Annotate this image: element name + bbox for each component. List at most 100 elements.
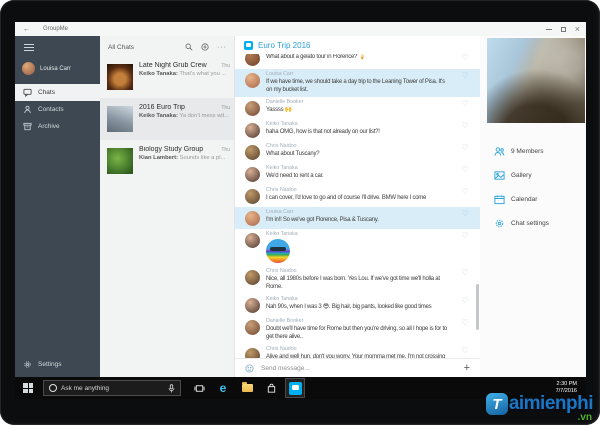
- chat-message: Keiko Tanaka We'd need to rent a car. ♡: [235, 163, 480, 185]
- avatar: [245, 270, 260, 285]
- chat-bubble-icon: [23, 88, 32, 97]
- heart-icon[interactable]: ♡: [458, 319, 472, 341]
- chat-title: Biology Study Group: [139, 146, 218, 153]
- chat-list-item[interactable]: Late Night Grub CrewThu Keiko Tanaka: Th…: [100, 56, 234, 98]
- chat-preview: That's what you ...: [179, 71, 226, 77]
- menu-item-calendar[interactable]: Calendar: [480, 187, 586, 211]
- sidebar-item-chats[interactable]: Chats: [15, 84, 100, 101]
- heart-icon[interactable]: ♡: [458, 72, 472, 94]
- left-sidebar: Louisa Carr Chats Contacts Archive Setti…: [15, 36, 100, 377]
- group-avatar-icon: [244, 41, 253, 50]
- conversation-title[interactable]: Euro Trip 2016: [258, 41, 310, 50]
- search-icon[interactable]: [185, 43, 193, 51]
- menu-item-members[interactable]: 9 Members: [480, 139, 586, 163]
- heart-icon[interactable]: ♡: [458, 100, 472, 116]
- cortana-icon[interactable]: [49, 384, 57, 392]
- archive-box-icon: [23, 122, 32, 131]
- avatar: [245, 123, 260, 138]
- calendar-icon: [494, 194, 505, 205]
- sidebar-item-settings[interactable]: Settings: [15, 356, 100, 373]
- chat-message: Keiko Tanaka haha OMG, how is that not a…: [235, 119, 480, 141]
- chat-message: Keiko Tanaka ♡: [235, 229, 480, 266]
- sidebar-item-archive[interactable]: Archive: [15, 118, 100, 135]
- chat-avatar: [107, 64, 133, 90]
- menu-item-gallery[interactable]: Gallery: [480, 163, 586, 187]
- chat-list-panel: All Chats ··· Late Night Grub CrewThu Ke…: [100, 36, 235, 377]
- chat-sender: Keiko Tanaka:: [139, 71, 178, 77]
- maximize-icon[interactable]: [561, 27, 566, 32]
- edge-icon: e: [220, 382, 227, 394]
- close-icon[interactable]: ×: [575, 25, 580, 34]
- watermark-logo: T: [486, 393, 508, 415]
- sidebar-item-label: Settings: [38, 361, 62, 368]
- chat-message: Keiko Tanaka Nah 90s, when I was 3 😎. Bi…: [235, 294, 480, 316]
- task-view-button[interactable]: [189, 378, 209, 398]
- conversation-header: Euro Trip 2016: [235, 36, 480, 54]
- hamburger-menu-icon[interactable]: [24, 44, 34, 51]
- conversation-panel: Euro Trip 2016 What about a gelato tour …: [235, 36, 480, 377]
- avatar: [245, 167, 260, 182]
- watermark-tld: .vn: [578, 412, 592, 423]
- chat-sender: Keiko Tanaka:: [139, 113, 178, 119]
- avatar: [245, 54, 260, 66]
- app-title: GroupMe: [43, 26, 68, 32]
- sidebar-user[interactable]: Louisa Carr: [22, 62, 100, 75]
- chat-time: Thu: [221, 147, 230, 153]
- menu-item-label: Chat settings: [511, 220, 549, 227]
- chat-list-item[interactable]: Biology Study GroupThu Kian Lambert: Sou…: [100, 140, 234, 182]
- user-name: Louisa Carr: [40, 66, 71, 72]
- details-panel: 9 Members Gallery Calendar Chat settings: [480, 36, 586, 377]
- avatar: [245, 73, 260, 88]
- more-options-icon[interactable]: ···: [217, 44, 227, 51]
- start-button[interactable]: [23, 383, 33, 393]
- chat-title: Late Night Grub Crew: [139, 62, 218, 69]
- attach-plus-icon[interactable]: +: [464, 363, 470, 374]
- chat-time: Thu: [221, 63, 230, 69]
- chat-list-item[interactable]: 2016 Euro TripThu Keiko Tanaka: Ya don't…: [100, 98, 234, 140]
- heart-icon[interactable]: ♡: [458, 122, 472, 138]
- user-avatar: [22, 62, 35, 75]
- message-sender: Danielle Booker: [266, 99, 452, 105]
- heart-icon[interactable]: ♡: [458, 232, 472, 263]
- new-chat-icon[interactable]: [201, 43, 209, 51]
- chat-sender: Kian Lambert:: [139, 155, 178, 161]
- message-text: Nice, all 1980s before I was born. Yes L…: [266, 275, 452, 291]
- heart-icon[interactable]: ♡: [458, 347, 472, 358]
- chat-message: Chris Naidoo Nice, all 1980s before I wa…: [235, 266, 480, 294]
- back-icon[interactable]: ←: [23, 26, 30, 33]
- sidebar-item-contacts[interactable]: Contacts: [15, 101, 100, 118]
- groupme-taskbar-button[interactable]: [285, 378, 305, 398]
- emoji-icon[interactable]: [245, 364, 254, 373]
- microphone-icon[interactable]: [168, 384, 175, 393]
- message-input[interactable]: [261, 365, 457, 372]
- tablet-device: ← GroupMe × Louisa Carr Chats Contacts A…: [0, 0, 600, 425]
- avatar: [245, 348, 260, 358]
- heart-icon[interactable]: ♡: [458, 297, 472, 313]
- taskbar-search: [43, 380, 181, 396]
- file-explorer-button[interactable]: [237, 378, 257, 398]
- edge-browser-button[interactable]: e: [213, 378, 233, 398]
- chat-preview: Ya don't mess wit...: [179, 113, 229, 119]
- heart-icon[interactable]: ♡: [458, 210, 472, 226]
- minimize-icon[interactable]: [546, 29, 552, 30]
- store-button[interactable]: [261, 378, 281, 398]
- message-list: What about a gelato tour in Florence? 🍦 …: [235, 54, 480, 358]
- search-input[interactable]: [61, 385, 164, 392]
- message-text: Nah 90s, when I was 3 😎. Big hair, big p…: [266, 303, 452, 311]
- heart-icon[interactable]: ♡: [458, 144, 472, 160]
- heart-icon[interactable]: ♡: [458, 54, 472, 66]
- message-text: We'd need to rent a car.: [266, 172, 452, 180]
- titlebar: ← GroupMe ×: [15, 22, 586, 36]
- chat-avatar: [107, 148, 133, 174]
- scrollbar-thumb[interactable]: [476, 284, 479, 330]
- contacts-icon: [23, 105, 32, 114]
- heart-icon[interactable]: ♡: [458, 166, 472, 182]
- avatar: [245, 211, 260, 226]
- message-sender: Chris Naidoo: [266, 143, 452, 149]
- heart-icon[interactable]: ♡: [458, 269, 472, 291]
- chat-message: Chris Naidoo Alive and well hun, don't y…: [235, 344, 480, 358]
- menu-item-chat-settings[interactable]: Chat settings: [480, 211, 586, 235]
- message-sender: Keiko Tanaka: [266, 296, 452, 302]
- heart-icon[interactable]: ♡: [458, 188, 472, 204]
- window-controls: ×: [546, 22, 580, 36]
